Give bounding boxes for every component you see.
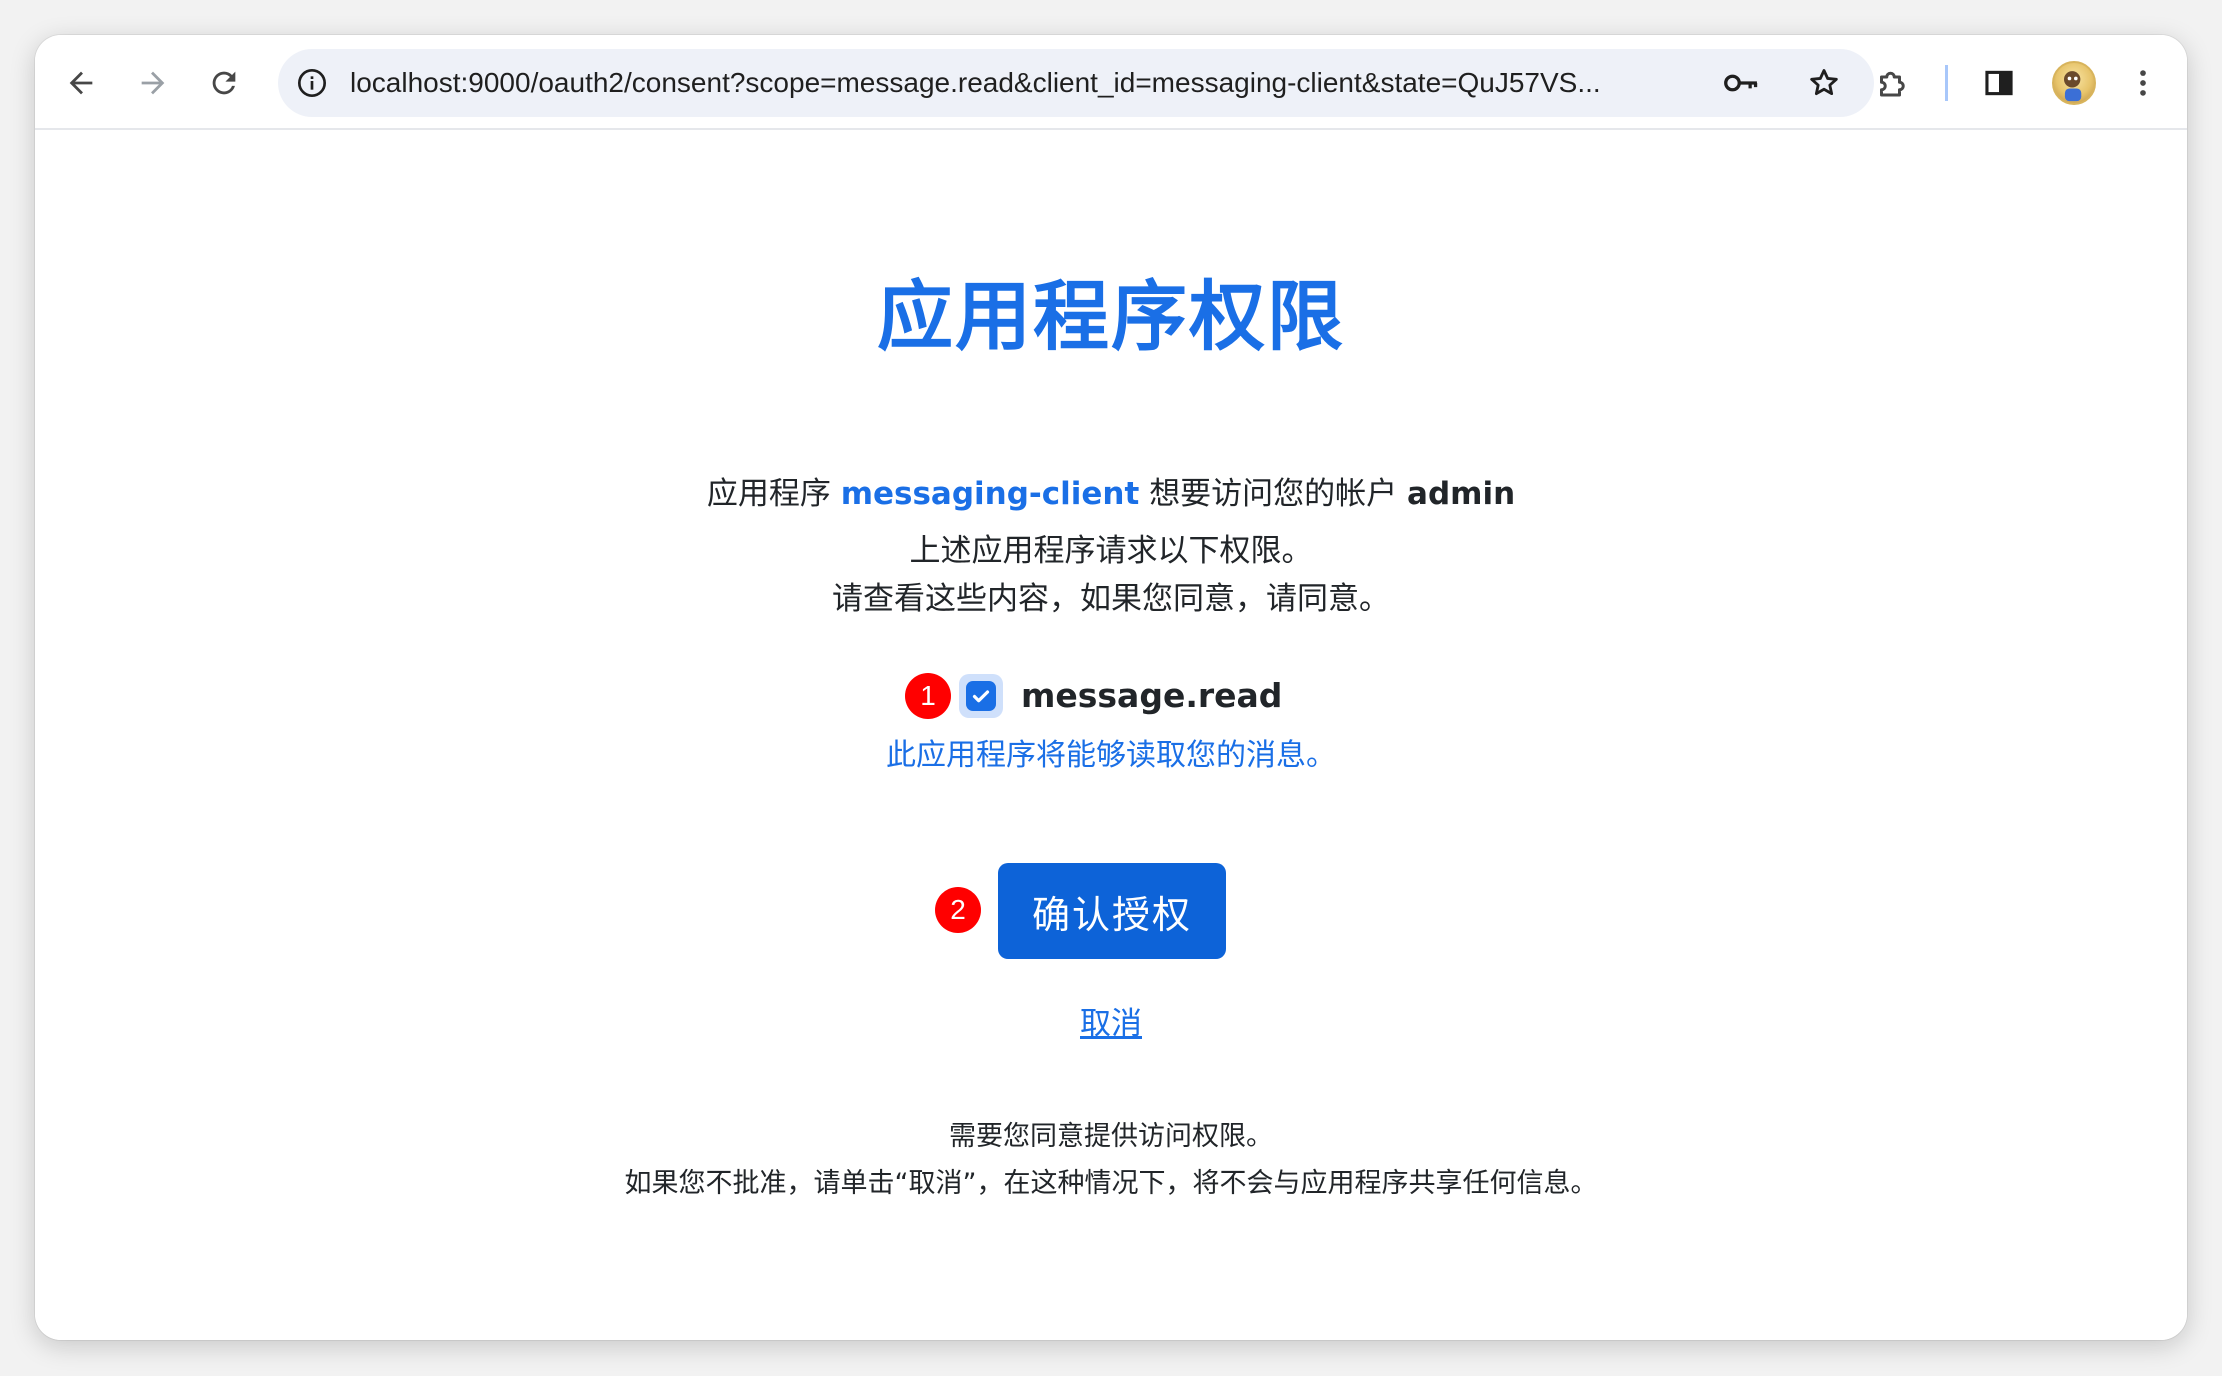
intro-line-2: 请查看这些内容，如果您同意，请同意。 (832, 581, 1390, 617)
scope-row: 1 message.read (35, 673, 2187, 719)
annotation-badge-1: 1 (905, 673, 951, 719)
scope-checkbox[interactable] (959, 674, 1003, 718)
forward-arrow-icon (141, 71, 165, 95)
confirm-authorize-button[interactable]: 确认授权 (998, 863, 1226, 959)
address-bar[interactable]: localhost:9000/oauth2/consent?scope=mess… (278, 49, 1874, 117)
cancel-link[interactable]: 取消 (1080, 1006, 1142, 1042)
reload-icon (212, 71, 236, 95)
side-panel-button[interactable] (1973, 57, 2025, 109)
footer-line-2: 如果您不批准，请单击“取消”，在这种情况下，将不会与应用程序共享任何信息。 (624, 1168, 1598, 1199)
site-info-icon[interactable] (292, 63, 332, 103)
side-panel-icon (1985, 70, 2013, 96)
cancel-wrapper: 取消 (35, 998, 2187, 1043)
checkbox-checked-icon (966, 681, 996, 711)
footer-line-1: 需要您同意提供访问权限。 (949, 1121, 1273, 1152)
browser-window: localhost:9000/oauth2/consent?scope=mess… (35, 35, 2187, 1340)
lead-prefix: 应用程序 (706, 476, 831, 512)
principal-name: admin (1407, 476, 1516, 512)
profile-avatar[interactable] (2052, 61, 2096, 105)
browser-toolbar: localhost:9000/oauth2/consent?scope=mess… (35, 35, 2187, 130)
key-icon[interactable] (1722, 63, 1762, 103)
more-button[interactable] (2117, 57, 2169, 109)
lead-middle: 想要访问您的帐户 (1149, 476, 1398, 512)
toolbar-divider (1945, 65, 1948, 101)
scope-description: 此应用程序将能够读取您的消息。 (886, 738, 1336, 773)
star-icon[interactable] (1804, 63, 1844, 103)
reload-button[interactable] (198, 57, 250, 109)
url-text[interactable]: localhost:9000/oauth2/consent?scope=mess… (350, 49, 1680, 117)
extensions-icon (1880, 71, 1905, 97)
consent-lead: 应用程序 messaging-client 想要访问您的帐户 admin (35, 468, 2187, 513)
back-arrow-icon (69, 71, 93, 95)
forward-button[interactable] (127, 57, 179, 109)
consent-page: 应用程序权限 应用程序 messaging-client 想要访问您的帐户 ad… (35, 130, 2187, 1340)
client-id: messaging-client (840, 476, 1140, 512)
more-vert-icon (2140, 70, 2146, 96)
extensions-button[interactable] (1866, 57, 1918, 109)
scope-name: message.read (1021, 676, 1283, 715)
page-title: 应用程序权限 (877, 272, 1345, 361)
annotation-badge-2: 2 (935, 887, 981, 933)
back-button[interactable] (55, 57, 107, 109)
intro-line-1: 上述应用程序请求以下权限。 (909, 533, 1313, 569)
